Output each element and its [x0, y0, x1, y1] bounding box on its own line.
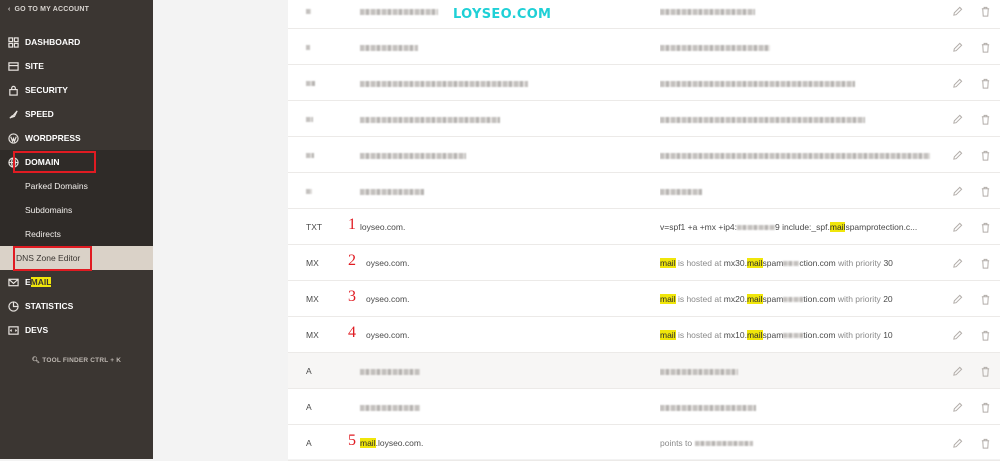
trash-icon[interactable]	[979, 329, 991, 341]
subnav-dns-zone-editor[interactable]: DNS Zone Editor	[0, 246, 153, 270]
record-value: mail is hosted at mx10.mailspam tion.com …	[660, 330, 893, 340]
subnav-parked-domains[interactable]: Parked Domains	[0, 174, 153, 198]
table-row	[288, 137, 1000, 173]
record-type: A	[306, 402, 312, 412]
envelope-icon	[7, 276, 19, 288]
table-row: TXT 1 loyseo.com. v=spf1 +a +mx +ip4: 9 i…	[288, 209, 1000, 245]
code-icon	[7, 324, 19, 336]
trash-icon[interactable]	[979, 185, 991, 197]
annotation-number: 2	[348, 252, 356, 269]
trash-icon[interactable]	[979, 437, 991, 449]
record-name: oyseo.com.	[366, 330, 410, 340]
trash-icon[interactable]	[979, 5, 991, 17]
record-type: MX	[306, 294, 319, 304]
watermark: LOYSEO.COM	[453, 7, 552, 22]
table-row: A	[288, 389, 1000, 425]
pencil-icon[interactable]	[951, 329, 963, 341]
pencil-icon[interactable]	[951, 77, 963, 89]
record-name: loyseo.com.	[360, 222, 406, 232]
record-value: mail is hosted at mx20.mailspam tion.com …	[660, 294, 893, 304]
trash-icon[interactable]	[979, 401, 991, 413]
table-row	[288, 0, 1000, 29]
table-row	[288, 101, 1000, 137]
pencil-icon[interactable]	[951, 293, 963, 305]
pencil-icon[interactable]	[951, 401, 963, 413]
record-type: A	[306, 366, 312, 376]
nav-speed[interactable]: SPEED	[0, 102, 153, 126]
record-value: mail is hosted at mx30.mailspam ction.com…	[660, 258, 893, 268]
site-icon	[7, 60, 19, 72]
subnav-redirects[interactable]: Redirects	[0, 222, 153, 246]
record-type: MX	[306, 330, 319, 340]
trash-icon[interactable]	[979, 113, 991, 125]
nav-statistics[interactable]: STATISTICS	[0, 294, 153, 318]
pencil-icon[interactable]	[951, 113, 963, 125]
annotation-number: 3	[348, 288, 356, 305]
pencil-icon[interactable]	[951, 257, 963, 269]
table-row: MX 4 oyseo.com. mail is hosted at mx10.m…	[288, 317, 1000, 353]
wordpress-icon	[7, 132, 19, 144]
trash-icon[interactable]	[979, 257, 991, 269]
record-name: oyseo.com.	[366, 258, 410, 268]
search-icon: 🔍︎	[31, 357, 41, 364]
trash-icon[interactable]	[979, 365, 991, 377]
trash-icon[interactable]	[979, 149, 991, 161]
record-type: TXT	[306, 222, 323, 232]
pencil-icon[interactable]	[951, 365, 963, 377]
table-row	[288, 173, 1000, 209]
go-to-account-link[interactable]: ‹ GO TO MY ACCOUNT	[8, 4, 89, 16]
dns-records-table: TXT 1 loyseo.com. v=spf1 +a +mx +ip4: 9 i…	[288, 0, 1000, 461]
record-type: A	[306, 438, 312, 448]
nav-devs[interactable]: DEVS	[0, 318, 153, 342]
nav-dashboard[interactable]: DASHBOARD	[0, 30, 153, 54]
pie-chart-icon	[7, 300, 19, 312]
annotation-number: 5	[348, 432, 356, 449]
annotation-number: 4	[348, 324, 356, 341]
table-row	[288, 29, 1000, 65]
pencil-icon[interactable]	[951, 149, 963, 161]
globe-icon	[7, 156, 19, 168]
trash-icon[interactable]	[979, 293, 991, 305]
annotation-number: 1	[348, 216, 356, 233]
record-value: v=spf1 +a +mx +ip4: 9 include:_spf.mailsp…	[660, 222, 918, 232]
table-row: MX 2 oyseo.com. mail is hosted at mx30.m…	[288, 245, 1000, 281]
tool-finder[interactable]: 🔍︎ TOOL FINDER CTRL + K	[0, 356, 153, 364]
table-row: A 5 mail.loyseo.com. points to	[288, 425, 1000, 461]
pencil-icon[interactable]	[951, 437, 963, 449]
nav-security[interactable]: SECURITY	[0, 78, 153, 102]
nav-wordpress[interactable]: WORDPRESS	[0, 126, 153, 150]
chevron-left-icon: ‹	[8, 6, 11, 13]
pencil-icon[interactable]	[951, 221, 963, 233]
nav-email[interactable]: E MAIL	[0, 270, 153, 294]
domain-submenu: Parked Domains Subdomains Redirects DNS …	[0, 174, 153, 270]
pencil-icon[interactable]	[951, 5, 963, 17]
grid-icon	[7, 36, 19, 48]
trash-icon[interactable]	[979, 41, 991, 53]
record-type: MX	[306, 258, 319, 268]
nav-domain[interactable]: DOMAIN	[0, 150, 153, 174]
subnav-subdomains[interactable]: Subdomains	[0, 198, 153, 222]
record-name: oyseo.com.	[366, 294, 410, 304]
record-name: mail.loyseo.com.	[360, 438, 424, 448]
nav-site[interactable]: SITE	[0, 54, 153, 78]
record-value: points to	[660, 425, 950, 461]
lock-icon	[7, 84, 19, 96]
table-row: MX 3 oyseo.com. mail is hosted at mx20.m…	[288, 281, 1000, 317]
pencil-icon[interactable]	[951, 185, 963, 197]
table-row	[288, 65, 1000, 101]
trash-icon[interactable]	[979, 77, 991, 89]
table-row: A	[288, 353, 1000, 389]
trash-icon[interactable]	[979, 221, 991, 233]
sidebar: ‹ GO TO MY ACCOUNT DASHBOARD SITE SECURI…	[0, 0, 153, 459]
pencil-icon[interactable]	[951, 41, 963, 53]
rocket-icon	[7, 108, 19, 120]
